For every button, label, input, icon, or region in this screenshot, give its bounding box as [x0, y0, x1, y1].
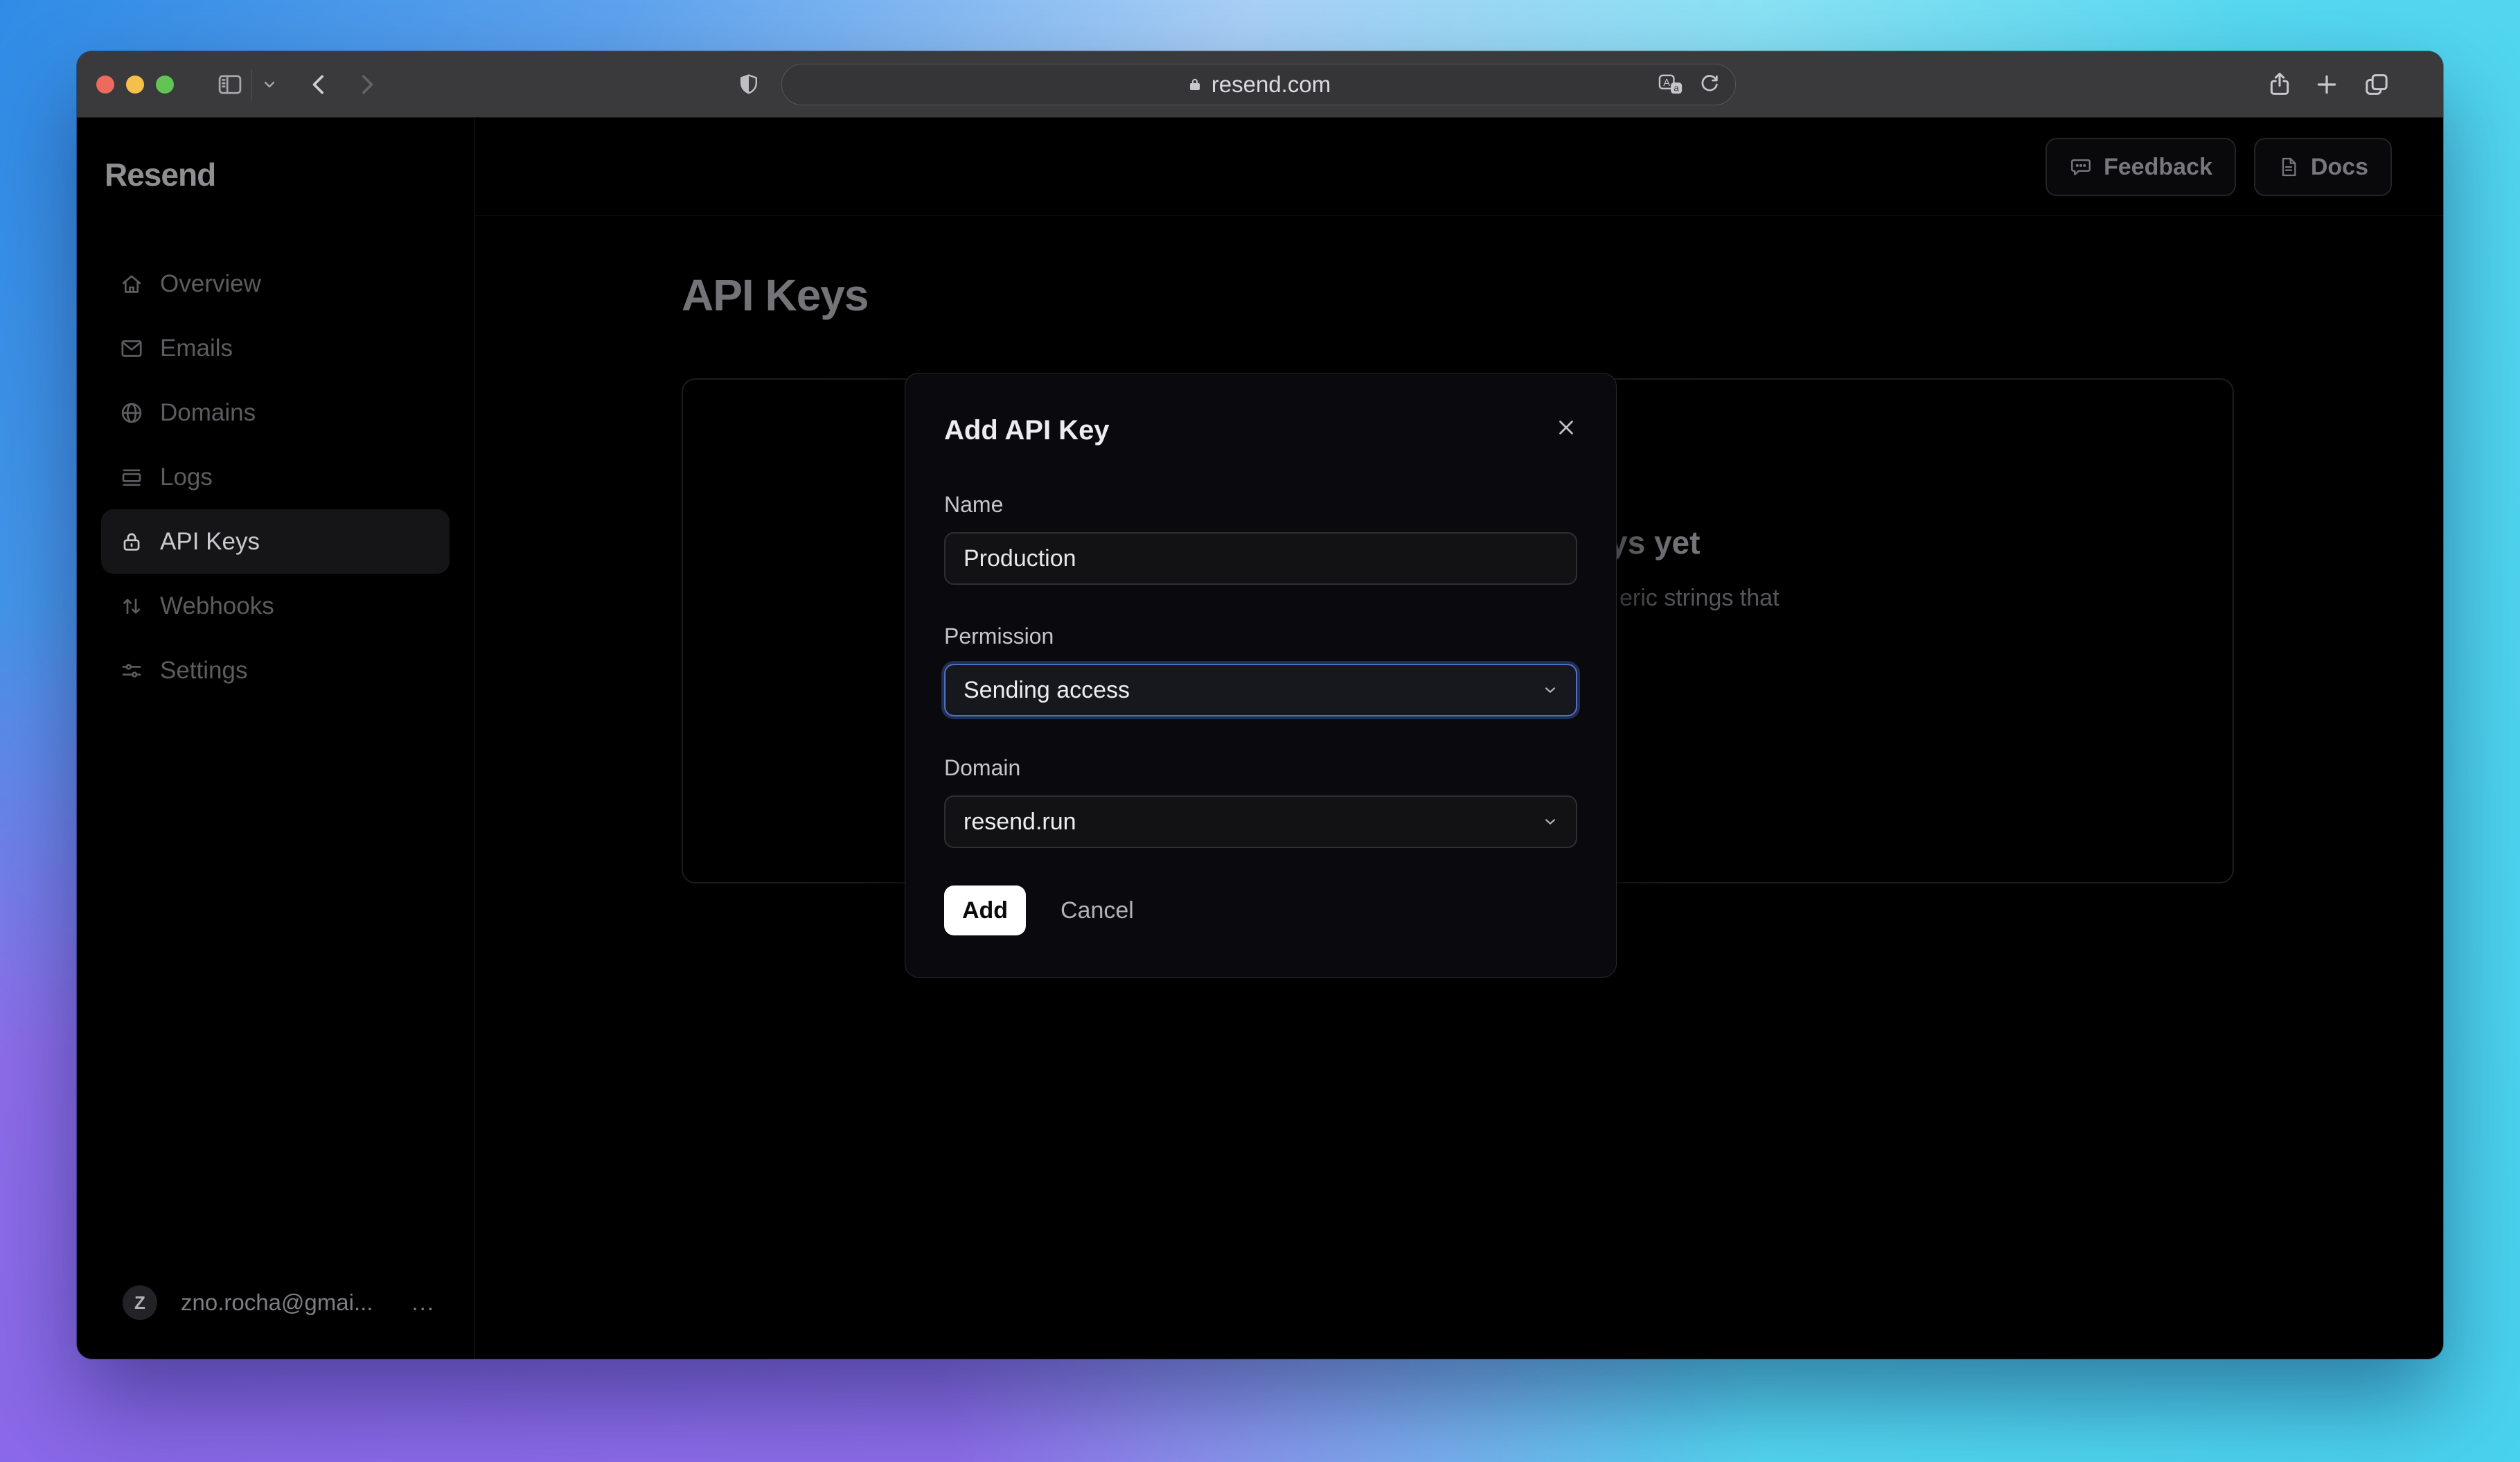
sidebar-item-domains[interactable]: Domains	[101, 380, 450, 445]
lock-icon	[1189, 78, 1200, 90]
svg-text:a: a	[1674, 82, 1679, 93]
globe-icon	[121, 403, 142, 423]
sidebar-item-webhooks[interactable]: Webhooks	[101, 574, 450, 638]
cancel-button[interactable]: Cancel	[1061, 897, 1134, 924]
reload-icon[interactable]	[1698, 73, 1721, 96]
add-button[interactable]: Add	[944, 886, 1026, 935]
chevron-down-icon	[1545, 819, 1556, 825]
browser-window: resend.com A a Resend Overview Emails Do…	[77, 51, 2443, 1359]
user-menu-icon[interactable]: ...	[411, 1289, 435, 1316]
sidebar-toggle-icon[interactable]	[215, 51, 245, 118]
sidebar-item-logs[interactable]: Logs	[101, 445, 450, 509]
sidebar-item-label: Webhooks	[160, 592, 274, 619]
feedback-label: Feedback	[2104, 153, 2212, 180]
lock-icon	[123, 533, 140, 551]
sidebar-item-label: Logs	[160, 463, 213, 491]
url-bar[interactable]: resend.com A a	[781, 64, 1736, 105]
sidebar-item-label: Emails	[160, 334, 233, 362]
name-label: Name	[944, 492, 1004, 517]
settings-sliders-icon	[122, 663, 141, 678]
empty-state-body-fragment: eric strings that	[1620, 585, 1780, 611]
sidebar: Resend Overview Emails Domains Logs API …	[77, 118, 474, 1359]
user-account[interactable]: Z zno.rocha@gmai... ...	[123, 1285, 435, 1320]
sidebar-item-label: Settings	[160, 656, 248, 684]
new-tab-icon[interactable]	[2313, 51, 2341, 118]
sidebar-nav: Overview Emails Domains Logs API Keys We…	[101, 252, 450, 703]
sidebar-item-settings[interactable]: Settings	[101, 638, 450, 703]
close-icon[interactable]	[1552, 414, 1580, 441]
sidebar-item-overview[interactable]: Overview	[101, 252, 450, 316]
chevron-down-icon	[1545, 687, 1556, 693]
sidebar-item-label: Overview	[160, 270, 261, 297]
document-icon	[2282, 157, 2296, 177]
forward-button[interactable]	[353, 51, 380, 118]
mail-icon	[121, 340, 142, 357]
svg-text:A: A	[1663, 78, 1670, 89]
main-header: Feedback Docs	[474, 118, 2443, 216]
zoom-window-button[interactable]	[156, 76, 174, 94]
close-window-button[interactable]	[96, 76, 114, 94]
sidebar-item-api-keys[interactable]: API Keys	[101, 509, 450, 574]
docs-label: Docs	[2310, 153, 2368, 180]
add-api-key-modal: Add API Key Name Permission Sending acce…	[905, 373, 1617, 978]
chevron-down-icon[interactable]	[261, 51, 278, 118]
domain-select[interactable]: resend.run	[944, 795, 1577, 848]
page-title: API Keys	[682, 270, 869, 320]
user-email: zno.rocha@gmai...	[181, 1289, 373, 1315]
tab-overview-icon[interactable]	[2363, 51, 2390, 118]
feedback-bubble-icon	[2071, 159, 2091, 175]
toolbar-divider	[251, 69, 252, 100]
sidebar-item-label: API Keys	[160, 527, 260, 555]
share-icon[interactable]	[2266, 51, 2293, 118]
home-icon	[122, 274, 141, 293]
privacy-shield-icon[interactable]	[736, 51, 761, 118]
domain-value: resend.run	[964, 808, 1076, 835]
modal-title: Add API Key	[944, 415, 1110, 446]
permission-select[interactable]: Sending access	[944, 664, 1577, 716]
empty-state-heading-fragment: ys yet	[1610, 525, 1701, 561]
back-button[interactable]	[305, 51, 333, 118]
docs-button[interactable]: Docs	[2253, 138, 2392, 196]
feedback-button[interactable]: Feedback	[2046, 138, 2236, 196]
sidebar-item-label: Domains	[160, 398, 256, 426]
permission-value: Sending access	[964, 676, 1130, 703]
logs-icon	[122, 468, 141, 486]
sidebar-item-emails[interactable]: Emails	[101, 316, 450, 380]
resend-logo: Resend	[105, 157, 216, 193]
browser-toolbar: resend.com A a	[77, 51, 2443, 118]
translate-icon[interactable]: A a	[1658, 73, 1684, 96]
domain-label: Domain	[944, 755, 1021, 780]
traffic-lights	[96, 51, 174, 118]
minimize-window-button[interactable]	[126, 76, 144, 94]
permission-label: Permission	[944, 624, 1054, 649]
url-text: resend.com	[1211, 71, 1331, 97]
avatar: Z	[123, 1285, 157, 1320]
webhooks-icon	[123, 598, 140, 614]
name-field[interactable]	[944, 532, 1577, 585]
